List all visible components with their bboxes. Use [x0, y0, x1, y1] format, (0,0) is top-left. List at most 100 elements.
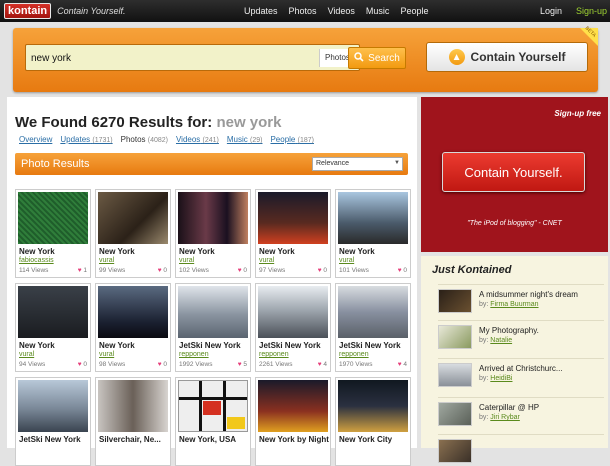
tab-photos[interactable]: Photos (4082)	[121, 135, 168, 144]
photo-title[interactable]: Silverchair, Ne...	[99, 435, 169, 444]
photo-title[interactable]: New York	[99, 341, 169, 350]
photo-thumbnail[interactable]	[18, 192, 88, 244]
photo-thumbnail[interactable]	[258, 192, 328, 244]
heart-icon: ♥	[237, 267, 242, 274]
photo-user[interactable]: repponen	[179, 351, 209, 358]
search-input[interactable]	[31, 49, 301, 67]
photo-user[interactable]: vural	[259, 257, 274, 264]
signup-ad[interactable]: Sign-up free Contain Yourself. "The iPod…	[421, 97, 608, 252]
photo-card[interactable]: New York vural 99 Views ♥ 0	[95, 189, 171, 278]
item-title[interactable]: My Photography.	[479, 326, 539, 335]
item-user[interactable]: Natalie	[490, 337, 512, 344]
photo-thumbnail[interactable]	[178, 380, 248, 432]
item-thumbnail[interactable]	[438, 439, 472, 463]
tab-music[interactable]: Music (29)	[227, 135, 263, 144]
heart-icon: ♥	[77, 361, 82, 368]
photo-card[interactable]: Silverchair, Ne...	[95, 377, 171, 466]
photo-card[interactable]: New York vural 101 Views ♥ 0	[335, 189, 411, 278]
photo-thumbnail[interactable]	[98, 286, 168, 338]
item-thumbnail[interactable]	[438, 402, 472, 426]
photo-card[interactable]: JetSki New York repponen 1970 Views ♥ 4	[335, 283, 411, 372]
contain-yourself-button[interactable]: ▲ Contain Yourself	[426, 42, 588, 72]
photo-thumbnail[interactable]	[18, 286, 88, 338]
list-item[interactable]: A midsummer night's dream by: Firma Buur…	[438, 284, 604, 316]
nav-people[interactable]: People	[400, 6, 428, 16]
photo-thumbnail[interactable]	[98, 192, 168, 244]
list-item[interactable]	[438, 434, 604, 466]
photo-user[interactable]: vural	[99, 351, 114, 358]
item-title[interactable]: A midsummer night's dream	[479, 290, 578, 299]
photo-user[interactable]: fabiocassis	[19, 257, 54, 264]
search-button-label: Search	[368, 52, 400, 64]
list-item[interactable]: Arrived at Christchurc... by: HeidiBi	[438, 358, 604, 390]
item-user[interactable]: Jiri Rybar	[490, 414, 520, 421]
logo-mark[interactable]: kontain	[4, 3, 52, 19]
photo-title[interactable]: New York, USA	[179, 435, 249, 444]
sort-select[interactable]: Relevance ▼	[312, 157, 403, 171]
tab-videos[interactable]: Videos (241)	[176, 135, 219, 144]
photo-card[interactable]: JetSki New York repponen 2261 Views ♥ 4	[255, 283, 331, 372]
photo-card[interactable]: JetSki New York repponen 1992 Views ♥ 5	[175, 283, 251, 372]
photo-card[interactable]: New York vural 94 Views ♥ 0	[15, 283, 91, 372]
tab-updates[interactable]: Updates (1731)	[60, 135, 112, 144]
photo-title[interactable]: New York	[179, 247, 249, 256]
photo-thumbnail[interactable]	[98, 380, 168, 432]
photo-title[interactable]: JetSki New York	[339, 341, 409, 350]
photo-card[interactable]: New York fabiocassis 114 Views ♥ 1	[15, 189, 91, 278]
photo-user[interactable]: vural	[99, 257, 114, 264]
ad-contain-yourself-button[interactable]: Contain Yourself.	[442, 152, 585, 192]
item-thumbnail[interactable]	[438, 363, 472, 387]
list-item[interactable]: Caterpillar @ HP by: Jiri Rybar	[438, 397, 604, 429]
photo-title[interactable]: JetSki New York	[179, 341, 249, 350]
photo-title[interactable]: New York	[339, 247, 409, 256]
photo-thumbnail[interactable]	[178, 286, 248, 338]
photo-title[interactable]: New York by Night	[259, 435, 329, 444]
photo-card[interactable]: JetSki New York	[15, 377, 91, 466]
item-user[interactable]: Firma Buurman	[490, 301, 538, 308]
login-link[interactable]: Login	[540, 6, 562, 16]
photo-thumbnail[interactable]	[338, 380, 408, 432]
photo-card[interactable]: New York vural 97 Views ♥ 0	[255, 189, 331, 278]
search-button[interactable]: Search	[348, 47, 406, 69]
photo-thumbnail[interactable]	[18, 380, 88, 432]
photo-hearts: ♥ 1	[77, 267, 87, 274]
list-item[interactable]: My Photography. by: Natalie	[438, 320, 604, 352]
photo-title[interactable]: JetSki New York	[259, 341, 329, 350]
photo-thumbnail[interactable]	[258, 286, 328, 338]
photo-user[interactable]: vural	[179, 257, 194, 264]
tab-people[interactable]: People (187)	[270, 135, 314, 144]
photo-thumbnail[interactable]	[178, 192, 248, 244]
photo-thumbnail[interactable]	[338, 286, 408, 338]
nav-photos[interactable]: Photos	[289, 6, 317, 16]
photo-hearts: ♥ 0	[157, 361, 167, 368]
photo-title[interactable]: New York	[19, 247, 89, 256]
photo-title[interactable]: New York	[259, 247, 329, 256]
signup-link[interactable]: Sign-up	[576, 6, 607, 16]
photo-thumbnail[interactable]	[258, 380, 328, 432]
logo[interactable]: kontain Contain Yourself.	[4, 3, 126, 19]
photo-card[interactable]: New York by Night	[255, 377, 331, 466]
photo-user[interactable]: vural	[19, 351, 34, 358]
tab-overview[interactable]: Overview	[19, 135, 52, 144]
item-thumbnail[interactable]	[438, 325, 472, 349]
item-thumbnail[interactable]	[438, 289, 472, 313]
photo-title[interactable]: New York City	[339, 435, 409, 444]
photo-card[interactable]: New York City	[335, 377, 411, 466]
nav-updates[interactable]: Updates	[244, 6, 278, 16]
photo-card[interactable]: New York vural 98 Views ♥ 0	[95, 283, 171, 372]
photo-card[interactable]: New York, USA	[175, 377, 251, 466]
nav-videos[interactable]: Videos	[328, 6, 355, 16]
item-user[interactable]: HeidiBi	[490, 375, 512, 382]
nav-music[interactable]: Music	[366, 6, 390, 16]
item-title[interactable]: Arrived at Christchurc...	[479, 364, 563, 373]
photo-user[interactable]: repponen	[339, 351, 369, 358]
photo-title[interactable]: New York	[99, 247, 169, 256]
photo-card[interactable]: New York vural 102 Views ♥ 0	[175, 189, 251, 278]
photo-title[interactable]: New York	[19, 341, 89, 350]
item-title[interactable]: Caterpillar @ HP	[479, 403, 539, 412]
photo-thumbnail[interactable]	[338, 192, 408, 244]
heart-icon: ♥	[157, 361, 162, 368]
photo-user[interactable]: repponen	[259, 351, 289, 358]
photo-user[interactable]: vural	[339, 257, 354, 264]
photo-title[interactable]: JetSki New York	[19, 435, 89, 444]
